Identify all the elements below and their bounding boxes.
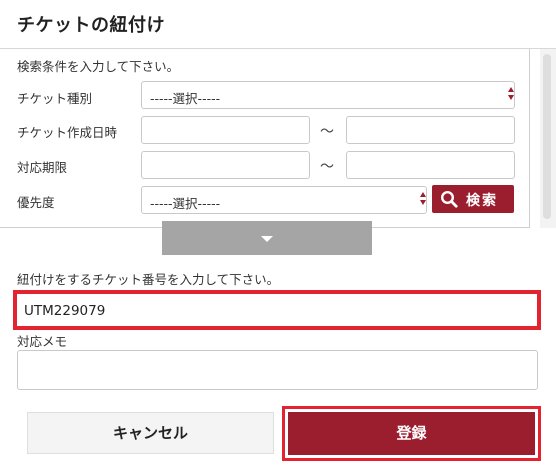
priority-selected: -----選択----- — [150, 196, 221, 211]
cancel-button[interactable]: キャンセル — [27, 412, 274, 454]
ticket-type-label: チケット種別 — [17, 91, 93, 106]
page-title: チケットの紐付け — [17, 15, 165, 36]
register-button-highlight: 登録 — [282, 406, 541, 461]
created-date-to-input[interactable] — [346, 116, 515, 144]
caret-down-icon — [261, 236, 273, 242]
deadline-label: 対応期限 — [17, 160, 68, 175]
memo-label: 対応メモ — [17, 334, 68, 349]
scrollbar-thumb[interactable] — [543, 54, 551, 219]
deadline-to-input[interactable] — [346, 151, 515, 179]
created-date-label: チケット作成日時 — [17, 125, 118, 140]
ticket-number-instruction: 紐付けをするチケット番号を入力して下さい。 — [17, 272, 280, 287]
magnifier-icon — [440, 190, 458, 208]
memo-textarea[interactable] — [17, 350, 538, 390]
search-button[interactable]: 検索 — [432, 185, 514, 213]
expand-toggle-button[interactable] — [162, 221, 372, 255]
created-date-separator: ～ — [320, 124, 334, 140]
created-date-from-input[interactable] — [141, 116, 310, 144]
priority-label: 優先度 — [17, 195, 55, 210]
ticket-number-input[interactable]: UTM229079 — [13, 290, 541, 330]
ticket-number-value: UTM229079 — [24, 303, 106, 319]
ticket-type-selected: -----選択----- — [150, 91, 221, 106]
search-button-label: 検索 — [466, 193, 498, 209]
dialog-header: チケットの紐付け — [0, 0, 556, 49]
deadline-from-input[interactable] — [141, 151, 310, 179]
priority-select[interactable]: -----選択----- — [141, 186, 427, 214]
deadline-separator: ～ — [320, 159, 334, 175]
ticket-type-select[interactable]: -----選択----- — [141, 81, 515, 109]
register-button[interactable]: 登録 — [288, 412, 535, 455]
search-instruction: 検索条件を入力して下さい。 — [17, 59, 180, 74]
